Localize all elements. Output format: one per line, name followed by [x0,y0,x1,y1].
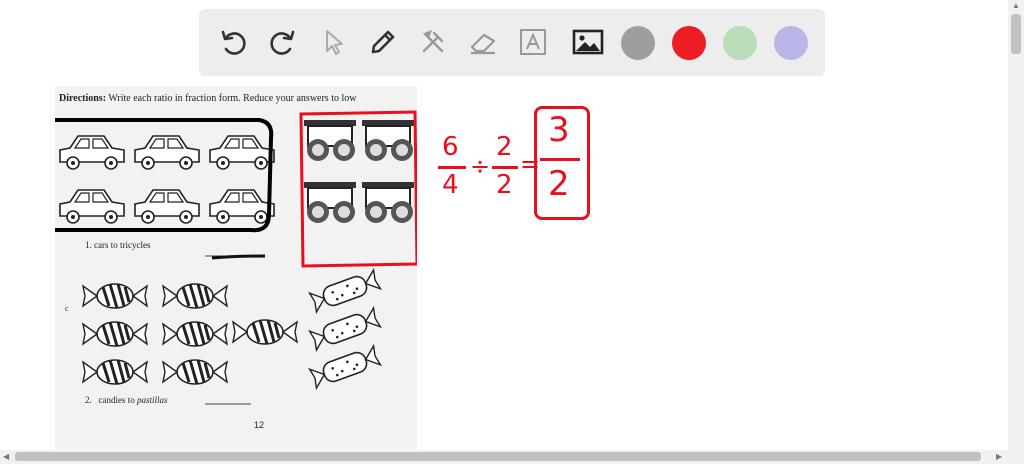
side-letter: c [65,304,69,313]
candies-group [81,282,299,386]
drawing-toolbar [199,9,825,76]
image-icon[interactable] [568,22,608,62]
tools-icon[interactable] [413,22,453,62]
color-swatch-green[interactable] [723,26,757,60]
worksheet-image: Directions: Write each ratio in fraction… [55,86,417,449]
scroll-right-arrow[interactable]: ▶ [996,453,1002,461]
undo-icon[interactable] [213,22,253,62]
tricycles-group [303,119,415,224]
scroll-left-arrow[interactable]: ◀ [3,453,9,461]
fraction-2-denominator: 2 [496,170,513,200]
fraction-2-numerator: 2 [496,132,513,162]
color-swatch-gray[interactable] [621,26,655,60]
cars-group [59,135,275,224]
fraction-1-bar [438,166,466,169]
horizontal-scrollbar[interactable]: ◀ ▶ [0,450,1024,464]
pointer-icon[interactable] [313,22,353,62]
pastillas-group [308,269,382,389]
page-number: 12 [254,420,265,430]
fraction-1-numerator: 6 [442,132,459,162]
answer-bar [540,158,580,161]
pen-icon[interactable] [363,22,403,62]
color-swatch-red[interactable] [672,26,706,60]
fraction-2-bar [492,166,518,169]
handwritten-answer: 6 4 ÷ 2 2 = 3 2 [430,100,600,220]
eraser-icon[interactable] [463,22,503,62]
answer-numerator: 3 [548,110,570,150]
divide-sign: ÷ [470,152,491,180]
horizontal-scroll-thumb[interactable] [15,452,981,461]
vertical-scrollbar[interactable]: ▲ [1008,0,1024,464]
item-2-label: 2. candies to pastillas [85,395,168,405]
text-icon[interactable] [513,22,553,62]
answer-denominator: 2 [548,164,570,204]
scroll-up-arrow[interactable]: ▲ [1012,2,1020,10]
fraction-1-denominator: 4 [442,170,459,200]
vertical-scroll-thumb[interactable] [1011,14,1021,54]
item-1-label: 1. cars to tricycles [85,240,151,250]
redo-icon[interactable] [263,22,303,62]
color-swatch-purple[interactable] [774,26,808,60]
